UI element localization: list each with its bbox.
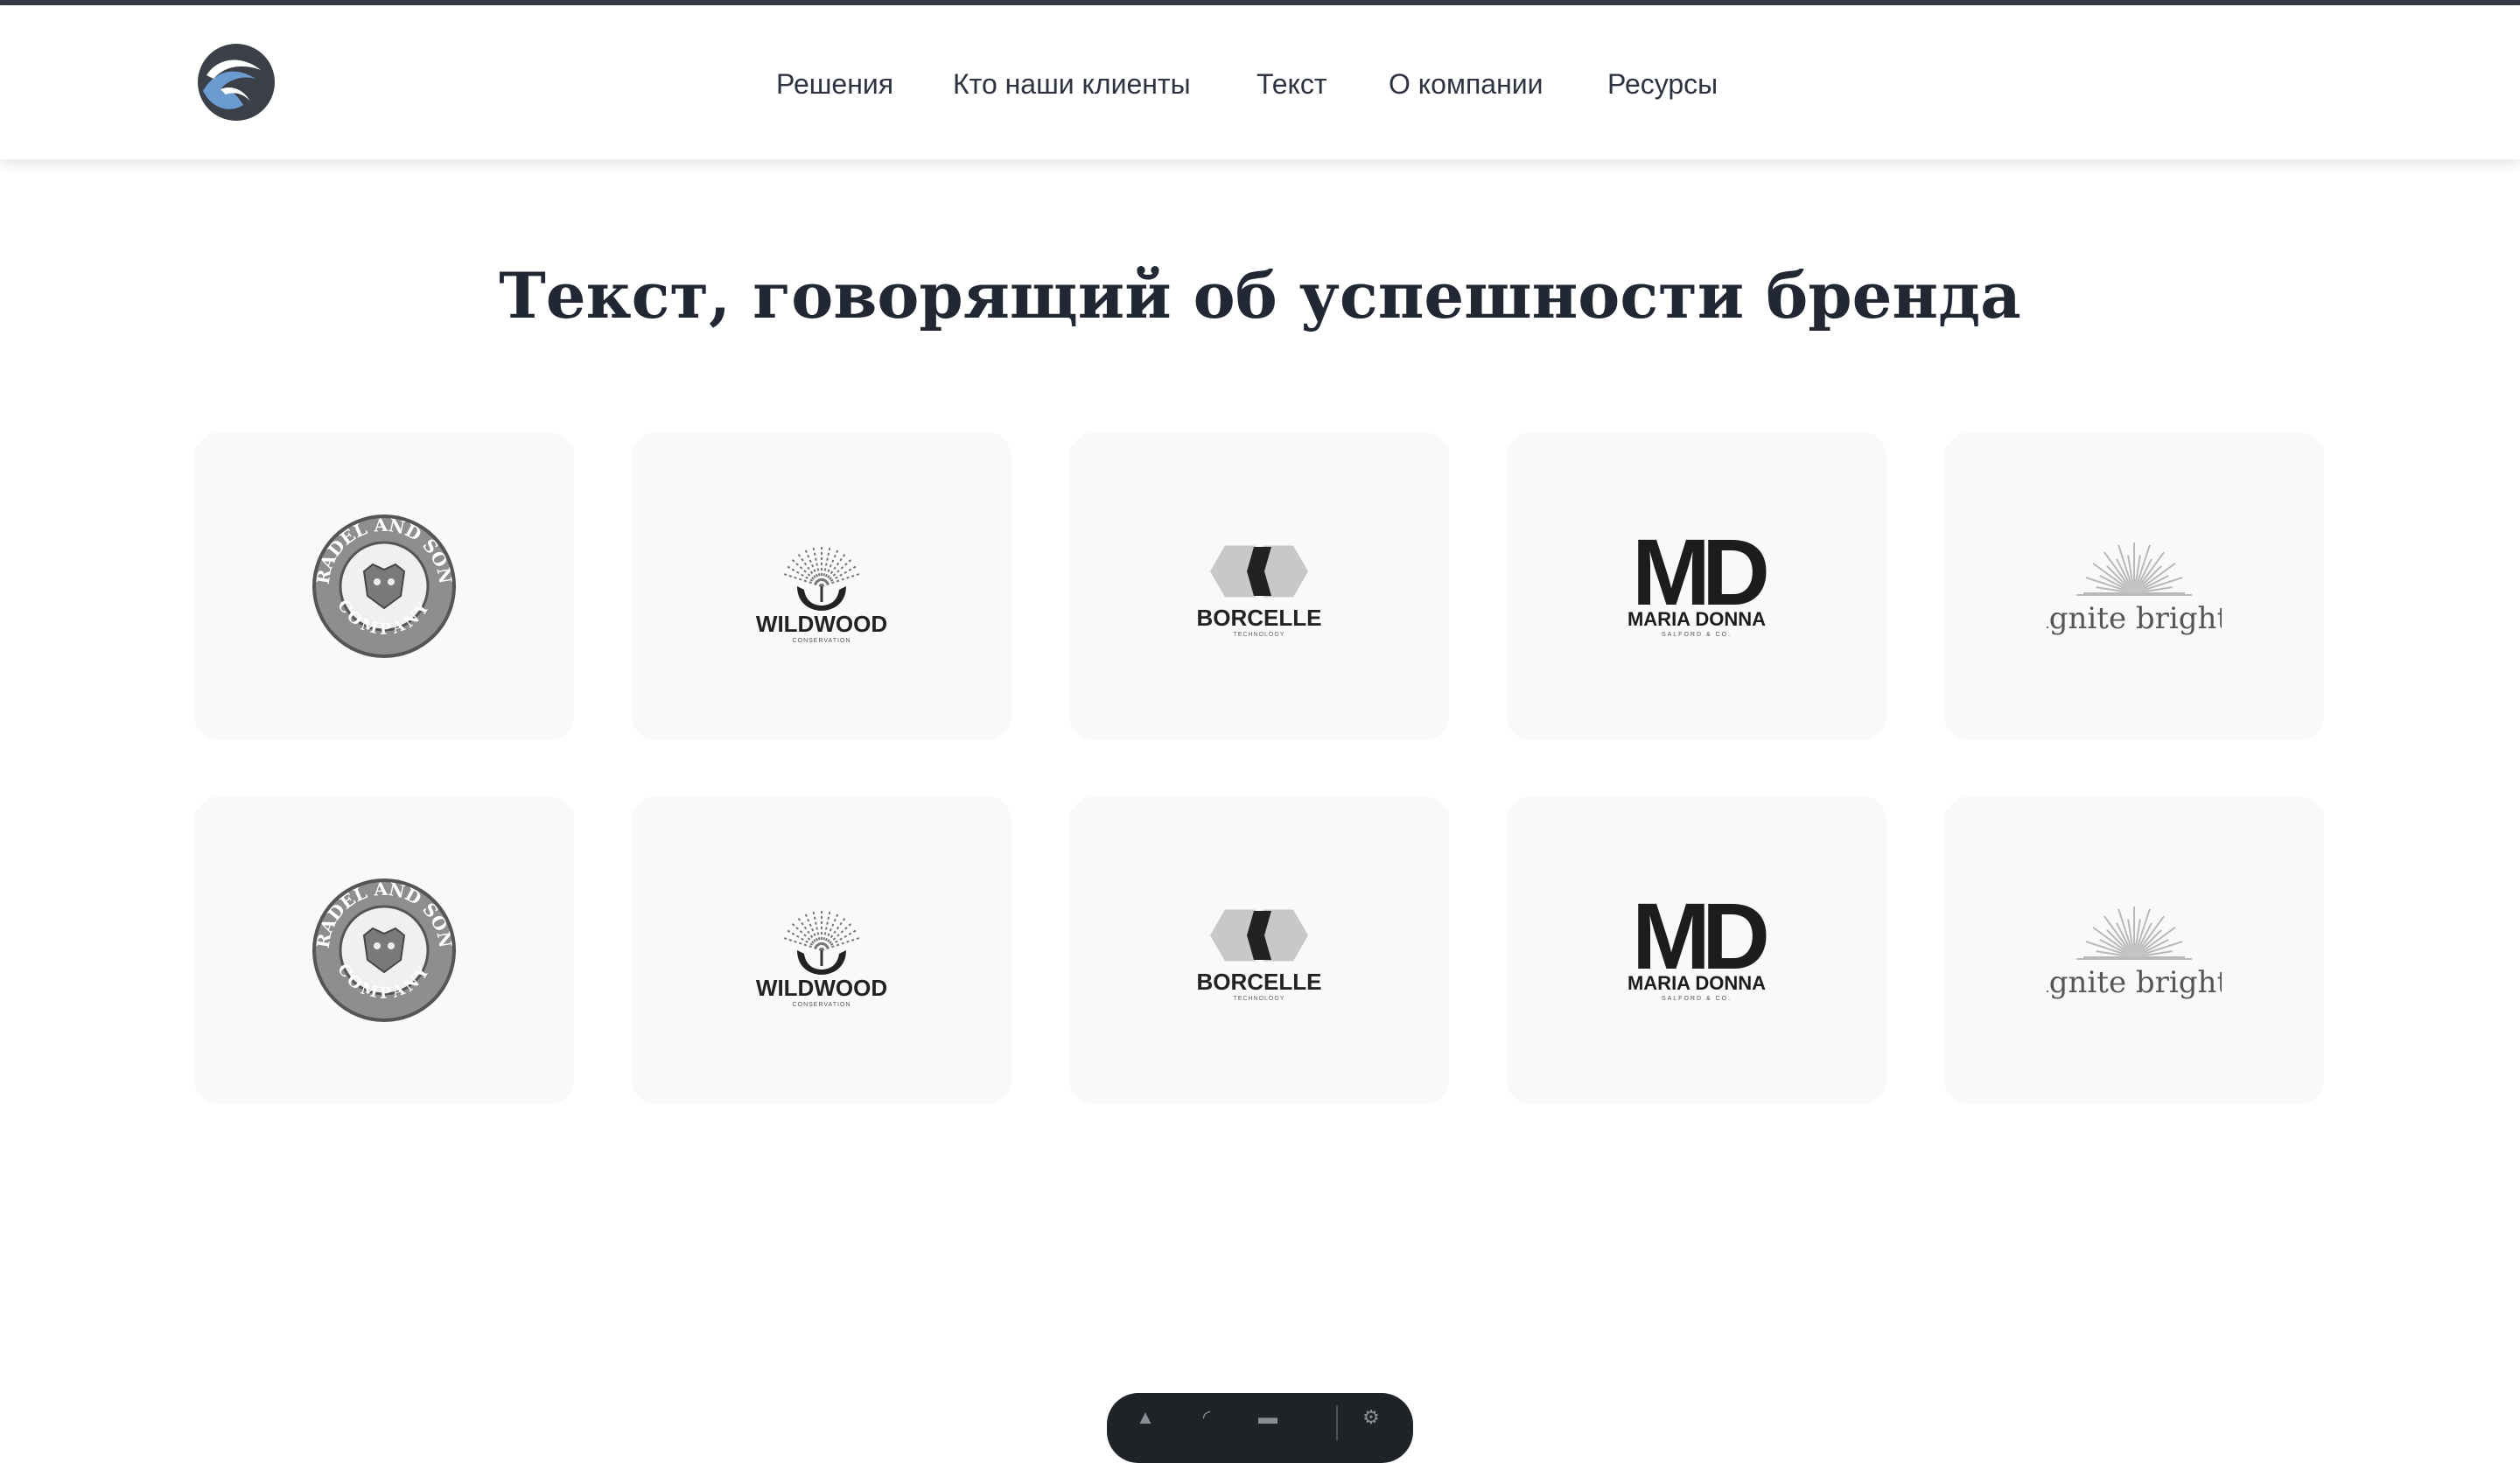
maria-donna-logo: MDMARIA DONNASALFORD & CO. bbox=[1628, 529, 1771, 638]
client-logo-card: MD MARIA DONNA SALFORD & CO. bbox=[1507, 432, 1886, 740]
wildwood-logo: WILDWOODCONSERVATION bbox=[756, 544, 887, 644]
svg-text:CONSERVATION: CONSERVATION bbox=[793, 638, 851, 644]
client-logo-card: BORCELLE TECHNOLOGY bbox=[1069, 432, 1449, 740]
svg-text:WILDWOOD: WILDWOOD bbox=[756, 611, 887, 637]
toolbar-divider bbox=[1336, 1405, 1338, 1440]
ignite-bright-logo: ignite bright bbox=[2047, 906, 2222, 1000]
client-logo-card: ignite bright bbox=[1944, 432, 2324, 740]
svg-text:TECHNOLOGY: TECHNOLOGY bbox=[1233, 996, 1284, 1002]
ignite-bright-logo: ignite bright bbox=[2047, 542, 2222, 636]
borcelle-logo: BORCELLETECHNOLOGY bbox=[1197, 545, 1322, 638]
client-logo-card: WILDWOOD CONSERVATION bbox=[632, 432, 1012, 740]
client-logo-card: FRADEL AND SONSCOMPANY bbox=[194, 796, 574, 1104]
svg-text:SALFORD & CO.: SALFORD & CO. bbox=[1662, 996, 1732, 1002]
tool-c-icon[interactable]: ▬ bbox=[1256, 1408, 1280, 1427]
svg-text:ignite bright: ignite bright bbox=[2047, 601, 2222, 636]
borcelle-logo: BORCELLETECHNOLOGY bbox=[1197, 909, 1322, 1002]
client-logo-card: WILDWOOD CONSERVATION bbox=[632, 796, 1012, 1104]
client-logo-grid: FRADEL AND SONSCOMPANYWILDWOODCONSERVATI… bbox=[0, 0, 2520, 1426]
svg-text:BORCELLE: BORCELLE bbox=[1197, 605, 1322, 631]
maria-donna-logo: MDMARIA DONNASALFORD & CO. bbox=[1628, 893, 1771, 1002]
svg-text:WILDWOOD: WILDWOOD bbox=[756, 975, 887, 1001]
svg-text:CONSERVATION: CONSERVATION bbox=[793, 1002, 851, 1008]
floating-toolbar: ▲ ◜ ▬ ⚙ bbox=[1107, 1393, 1413, 1463]
svg-text:TECHNOLOGY: TECHNOLOGY bbox=[1233, 632, 1284, 638]
client-logo-card: FRADEL AND SONSCOMPANY bbox=[194, 432, 574, 740]
svg-text:SALFORD & CO.: SALFORD & CO. bbox=[1662, 632, 1732, 638]
wildwood-logo: WILDWOODCONSERVATION bbox=[756, 908, 887, 1008]
client-logo-card: ignite bright bbox=[1944, 796, 2324, 1104]
tool-b-icon[interactable]: ◜ bbox=[1194, 1408, 1219, 1427]
client-logo-card: BORCELLE TECHNOLOGY bbox=[1069, 796, 1449, 1104]
fradel-and-sons-logo: FRADEL AND SONSCOMPANY bbox=[310, 876, 456, 1022]
svg-text:MARIA DONNA: MARIA DONNA bbox=[1628, 972, 1766, 994]
svg-text:MARIA DONNA: MARIA DONNA bbox=[1628, 608, 1766, 630]
fradel-and-sons-logo: FRADEL AND SONSCOMPANY bbox=[310, 512, 456, 658]
svg-text:BORCELLE: BORCELLE bbox=[1197, 969, 1322, 995]
svg-text:ignite bright: ignite bright bbox=[2047, 965, 2222, 1000]
gear-icon[interactable]: ⚙ bbox=[1359, 1408, 1383, 1427]
client-logo-card: MD MARIA DONNA SALFORD & CO. bbox=[1507, 796, 1886, 1104]
tool-a-icon[interactable]: ▲ bbox=[1133, 1408, 1158, 1427]
